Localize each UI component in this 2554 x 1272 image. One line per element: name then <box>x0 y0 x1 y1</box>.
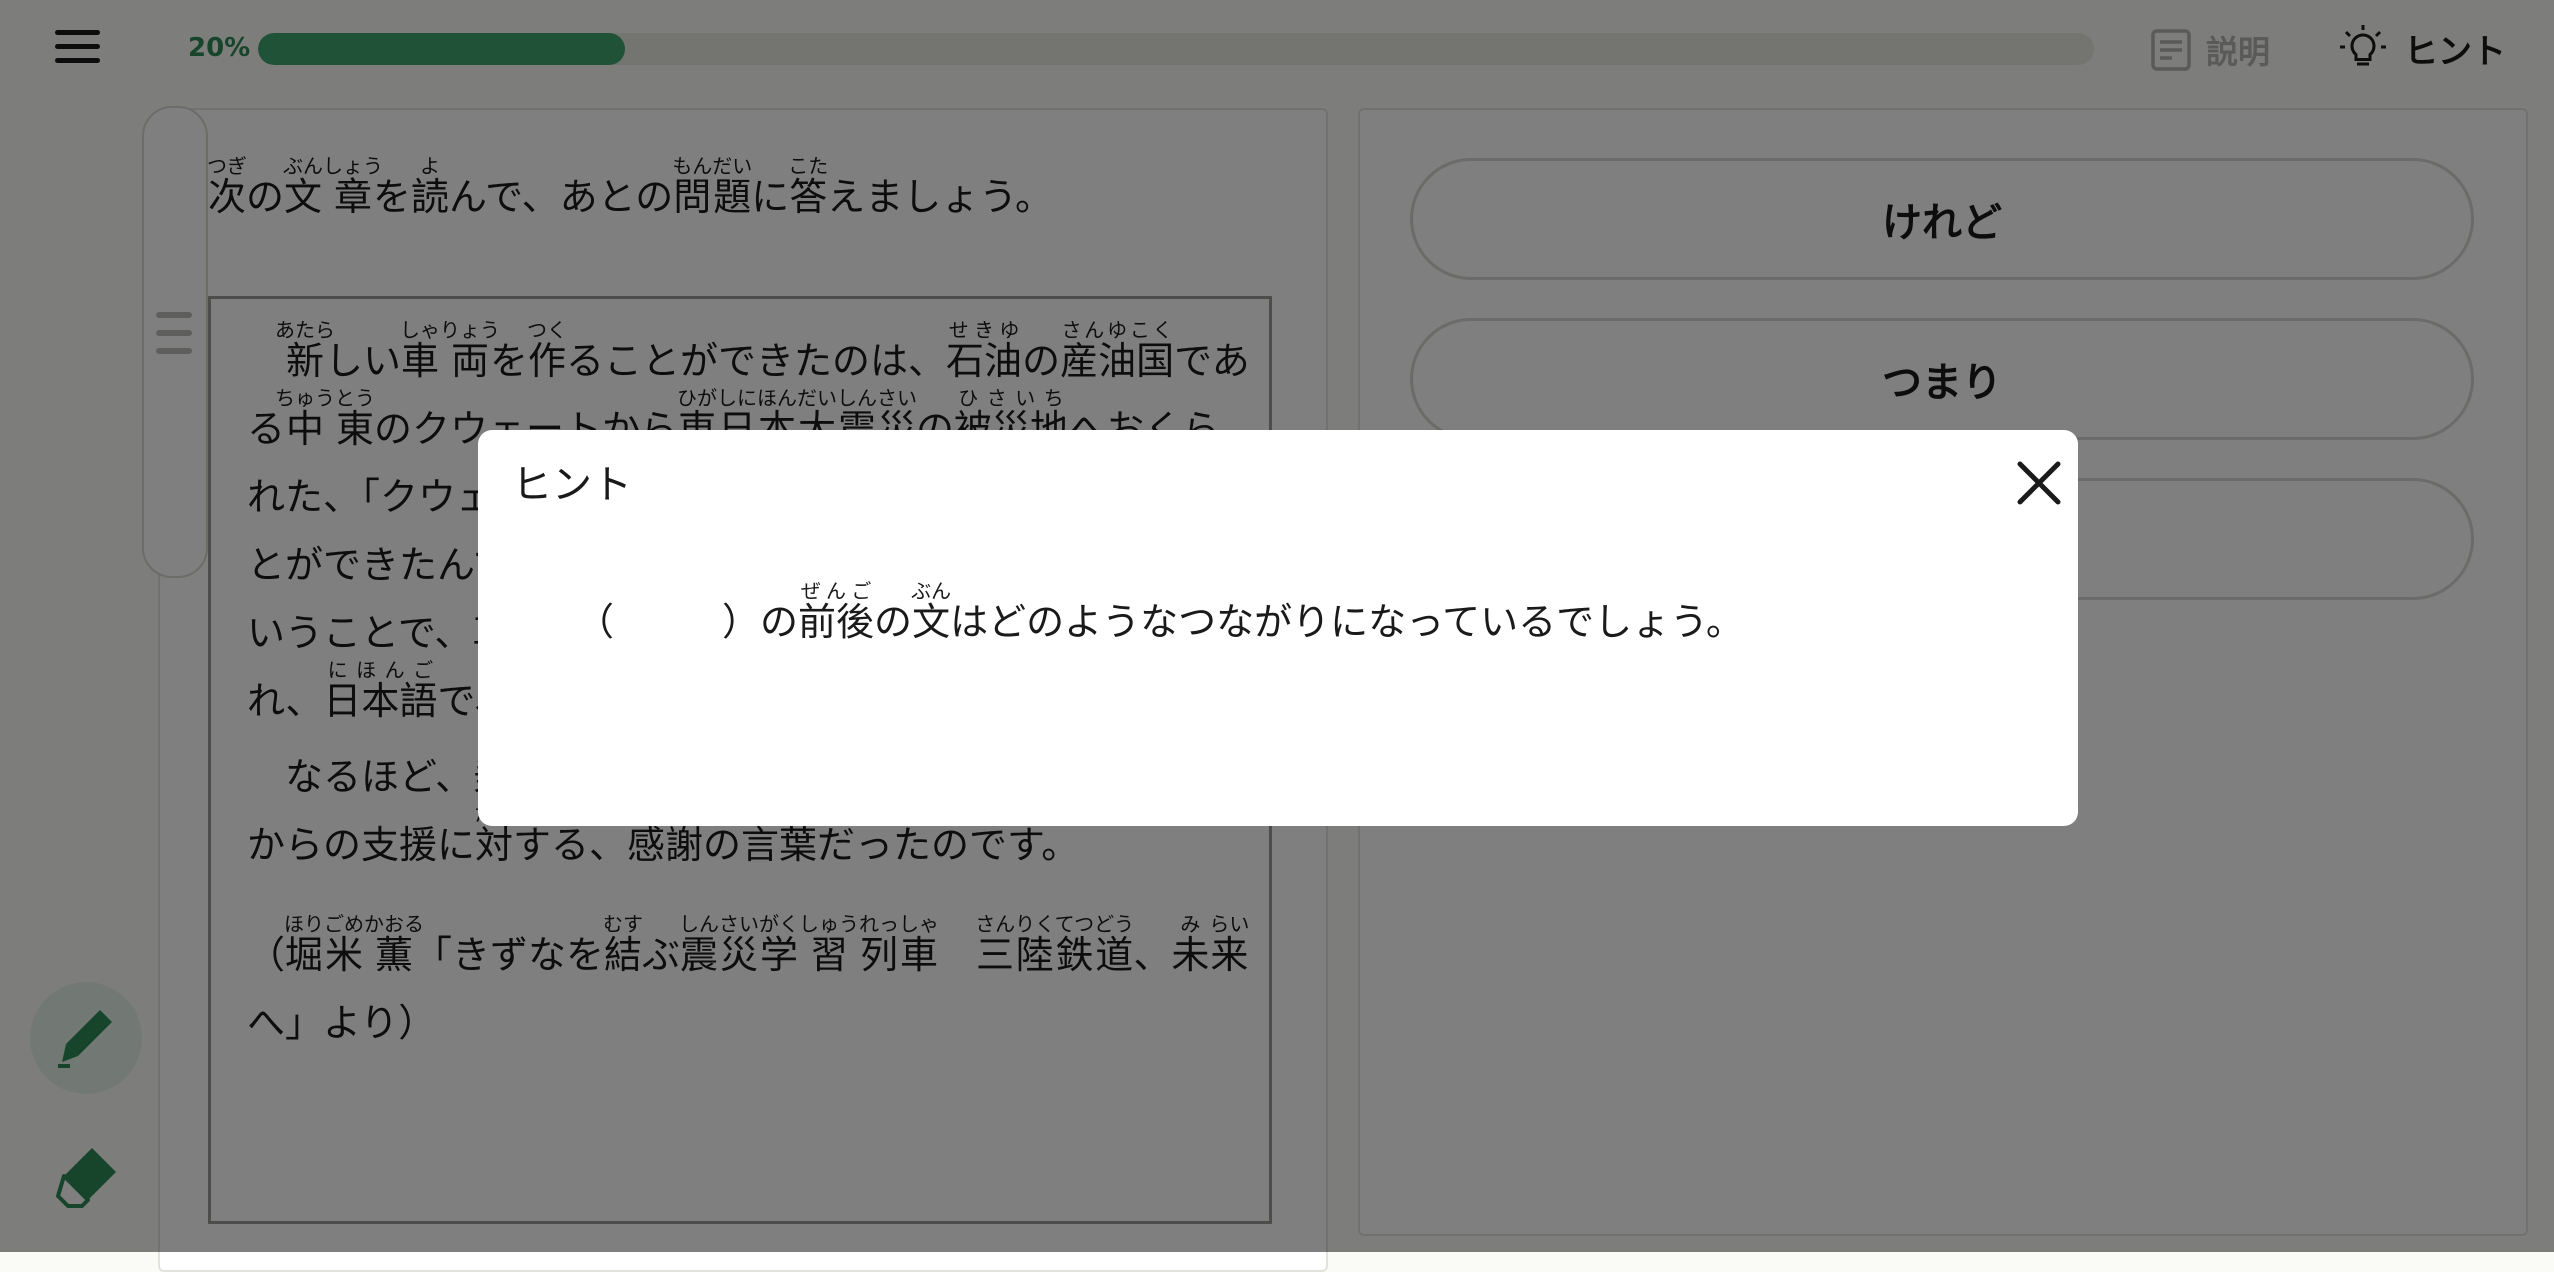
close-icon <box>2017 461 2061 505</box>
hint-dialog: ヒント （）の前後ぜんごの文ぶんはどのようなつながりになっているでしょう。 <box>478 430 2078 826</box>
hint-dialog-title: ヒント <box>512 462 632 508</box>
close-button[interactable] <box>2008 452 2070 514</box>
hint-dialog-body: （）の前後ぜんごの文ぶんはどのようなつながりになっているでしょう。 <box>576 579 1744 644</box>
